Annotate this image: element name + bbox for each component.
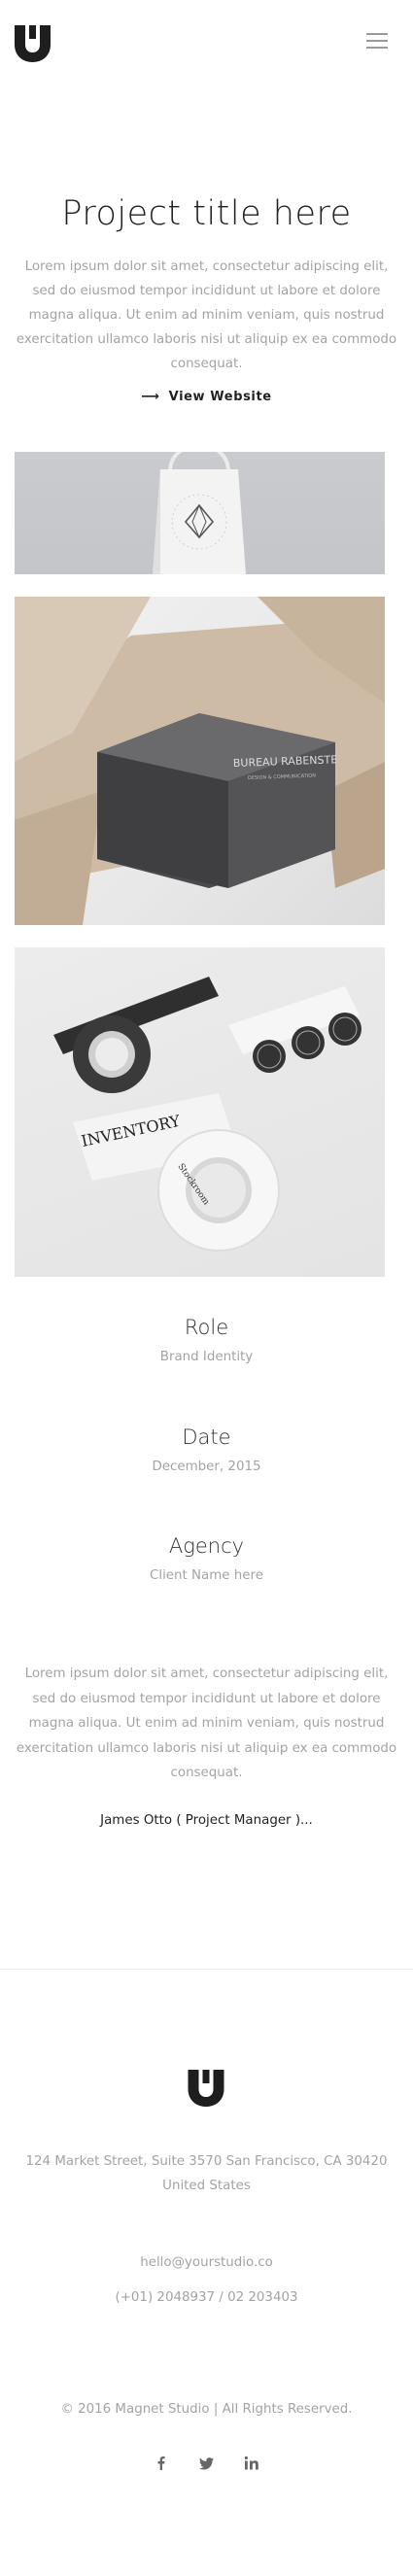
intro-text: Lorem ipsum dolor sit amet, consectetur …: [16, 259, 397, 371]
arrow-right-icon: ⟶: [141, 390, 160, 404]
social-links: [0, 2454, 413, 2473]
footer-phone: (+01) 2048937 / 02 203403: [115, 2290, 298, 2305]
magnet-u-logo-icon: [188, 2070, 224, 2107]
footer-email[interactable]: hello@yourstudio.co: [0, 2250, 413, 2275]
project-image-tote-bag: [15, 452, 385, 574]
page-title: Project title here: [61, 194, 352, 233]
site-header: [0, 0, 413, 87]
twitter-icon[interactable]: [197, 2454, 217, 2473]
project-image-gift-box: BUREAU RABENSTE DESIGN & COMMUNICATION: [15, 597, 385, 925]
info-agency: Agency Client Name here: [0, 1534, 413, 1583]
project-page: Project title here Lorem ipsum dolor sit…: [0, 0, 413, 2576]
hamburger-menu-icon[interactable]: [366, 33, 388, 51]
footer-address: 124 Market Street, Suite 3570 San Franci…: [25, 2154, 388, 2193]
magnet-u-logo-icon: [15, 25, 51, 62]
info-role: Role Brand Identity: [0, 1316, 413, 1364]
footer-divider: [0, 1969, 413, 1970]
project-description: Lorem ipsum dolor sit amet, consectetur …: [16, 1666, 397, 1780]
facebook-icon[interactable]: [152, 2454, 171, 2473]
date-value: December, 2015: [152, 1460, 261, 1474]
view-website-link[interactable]: ⟶ View Website: [0, 390, 413, 404]
view-website-label: View Website: [168, 390, 272, 404]
linkedin-icon[interactable]: [242, 2454, 261, 2473]
agency-value: Client Name here: [150, 1568, 263, 1583]
project-image-tape-rolls: INVENTORY Stockroom: [15, 947, 385, 1277]
logo[interactable]: [15, 25, 51, 62]
footer-copyright: © 2016 Magnet Studio | All Rights Reserv…: [60, 2402, 353, 2417]
role-value: Brand Identity: [159, 1350, 254, 1364]
info-date: Date December, 2015: [0, 1425, 413, 1474]
date-label: Date: [182, 1425, 231, 1449]
agency-label: Agency: [168, 1534, 245, 1558]
author-credit: James Otto ( Project Manager )...: [100, 1813, 313, 1828]
role-label: Role: [184, 1316, 229, 1339]
footer-logo[interactable]: [188, 2070, 224, 2107]
